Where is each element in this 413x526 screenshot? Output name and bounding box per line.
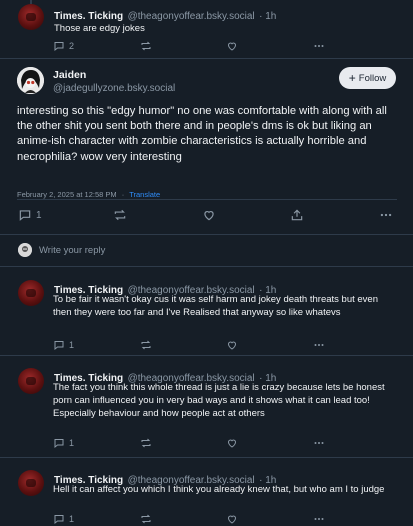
heart-icon [204, 211, 214, 221]
main-post-actions: 1 [18, 208, 398, 222]
divider [0, 355, 413, 356]
more-icon [380, 213, 392, 217]
reply-icon [54, 439, 64, 449]
post-actions: 1 [53, 512, 333, 526]
divider [0, 457, 413, 458]
post-date[interactable]: February 2, 2025 at 12:58 PM [17, 190, 117, 199]
like-button[interactable] [226, 437, 238, 449]
reply-icon [54, 515, 64, 525]
heart-icon [227, 42, 237, 51]
divider [0, 266, 413, 267]
user-avatar-icon [18, 243, 32, 257]
more-icon [314, 344, 324, 346]
author-name[interactable]: Times. Ticking [54, 11, 123, 22]
reply-button[interactable]: 1 [18, 208, 42, 222]
meta-dot: · [121, 190, 125, 199]
more-options-button[interactable] [312, 40, 326, 52]
reply-count: 1 [69, 514, 75, 524]
translate-link[interactable]: Translate [129, 190, 160, 199]
post-actions: 2 [53, 39, 333, 53]
share-button[interactable] [290, 208, 304, 222]
avatar[interactable] [18, 4, 44, 30]
repost-icon [141, 438, 151, 448]
divider [17, 199, 397, 200]
author-handle[interactable]: @theagonyoffear.bsky.social [128, 11, 255, 22]
like-button[interactable] [202, 208, 216, 222]
post-actions: 1 [53, 338, 333, 352]
author-name[interactable]: Jaiden [53, 69, 86, 81]
reply-count: 2 [69, 41, 75, 51]
reply-button[interactable]: 2 [53, 40, 74, 52]
plus-icon: + [348, 71, 356, 85]
main-post: Jaiden @jadegullyzone.bsky.social + Foll… [0, 59, 413, 229]
post-text: Those are edgy jokes [54, 23, 145, 34]
repost-button[interactable] [140, 339, 152, 351]
post-text: interesting so this "edgy humor" no one … [17, 105, 387, 163]
reply-button[interactable]: 1 [53, 513, 74, 525]
avatar-icon [17, 67, 44, 94]
follow-label: Follow [358, 72, 387, 84]
author-handle[interactable]: @jadegullyzone.bsky.social [53, 83, 175, 94]
repost-button[interactable] [140, 437, 152, 449]
repost-button[interactable] [113, 208, 127, 222]
more-options-button[interactable] [312, 339, 326, 351]
post-text: Hell it can affect you which I think you… [53, 484, 385, 495]
more-icon [314, 45, 324, 47]
like-button[interactable] [226, 40, 238, 52]
more-options-button[interactable] [312, 513, 326, 525]
share-icon [291, 209, 303, 221]
heart-icon [227, 439, 237, 448]
more-icon [314, 442, 324, 444]
post-text: The fact you think this whole thread is … [53, 382, 385, 419]
post-time: · 1h [259, 11, 277, 22]
reply-icon [54, 42, 64, 52]
avatar[interactable] [18, 470, 44, 496]
avatar[interactable] [18, 368, 44, 394]
avatar[interactable] [17, 67, 44, 94]
post-text: To be fair it wasn't okay cus it was sel… [53, 294, 378, 318]
more-icon [314, 518, 324, 520]
repost-button[interactable] [140, 40, 152, 52]
user-avatar [18, 243, 32, 257]
post-actions: 1 [53, 436, 333, 450]
reply-icon [54, 341, 64, 351]
repost-icon [141, 41, 151, 51]
reply-input[interactable]: Write your reply [39, 245, 105, 256]
post-meta: February 2, 2025 at 12:58 PM · Translate [17, 190, 160, 199]
repost-button[interactable] [140, 513, 152, 525]
reply-count: 1 [36, 209, 42, 221]
reply-composer[interactable]: Write your reply [0, 235, 413, 266]
reply-count: 1 [69, 340, 75, 350]
heart-icon [227, 515, 237, 524]
reply-icon [19, 210, 31, 221]
like-button[interactable] [226, 339, 238, 351]
heart-icon [227, 341, 237, 350]
avatar[interactable] [18, 280, 44, 306]
follow-button[interactable]: + Follow [339, 67, 396, 89]
reply-button[interactable]: 1 [53, 437, 74, 449]
more-options-button[interactable] [378, 208, 394, 222]
reply-count: 1 [69, 438, 75, 448]
repost-icon [141, 514, 151, 524]
more-options-button[interactable] [312, 437, 326, 449]
repost-icon [141, 340, 151, 350]
reply-button[interactable]: 1 [53, 339, 74, 351]
repost-icon [114, 209, 126, 221]
like-button[interactable] [226, 513, 238, 525]
top-reply-post[interactable]: Times. Ticking @theagonyoffear.bsky.soci… [0, 0, 413, 58]
